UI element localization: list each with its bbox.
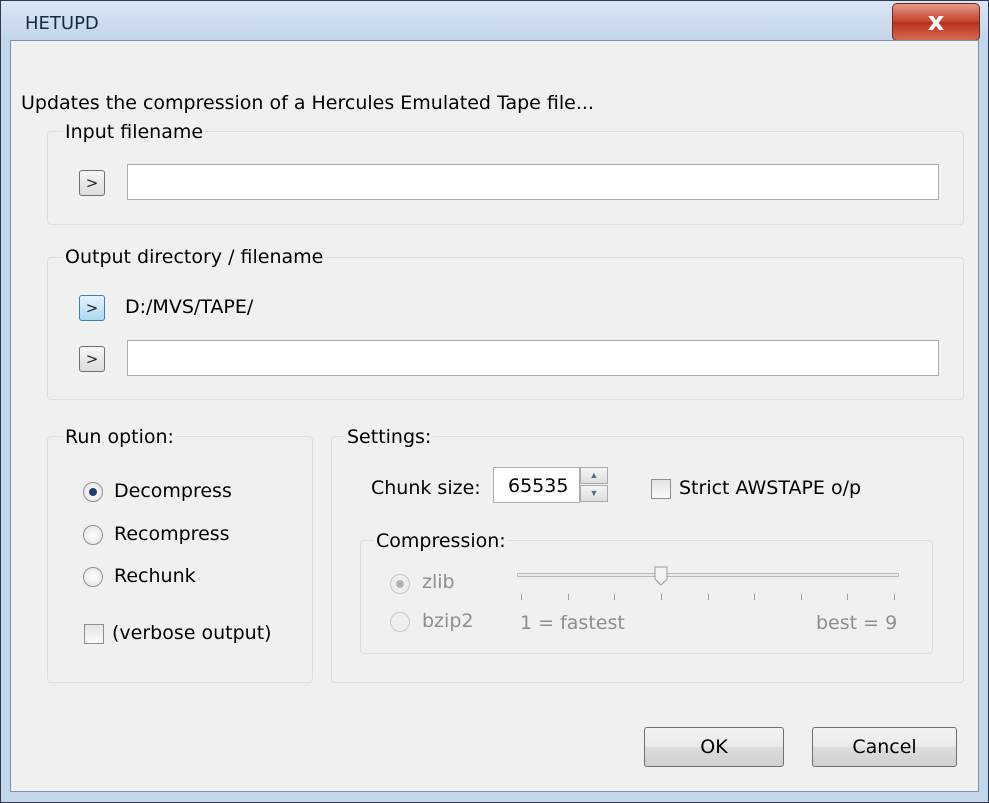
title-bar[interactable]: HETUPD x	[1, 1, 988, 41]
slider-thumb[interactable]	[654, 566, 668, 586]
input-filename-field[interactable]	[127, 164, 939, 200]
recompress-radio[interactable]	[83, 525, 103, 545]
slider-tick	[800, 594, 802, 600]
strict-awstape-checkbox[interactable]	[651, 479, 671, 499]
zlib-label[interactable]: zlib	[422, 571, 455, 593]
slider-min-label: 1 = fastest	[520, 612, 625, 634]
slider-tick	[847, 594, 849, 600]
output-filename-field[interactable]	[127, 340, 939, 376]
slider-tick	[707, 594, 709, 600]
input-filename-label: Input filename	[63, 121, 206, 143]
window-title: HETUPD	[25, 13, 99, 34]
slider-tick	[614, 594, 616, 600]
slider-tick	[567, 594, 569, 600]
verbose-label[interactable]: (verbose output)	[112, 622, 272, 644]
compression-label: Compression:	[374, 530, 508, 552]
compression-level-slider[interactable]	[517, 573, 899, 577]
chunk-size-label: Chunk size:	[371, 477, 481, 499]
zlib-radio[interactable]	[390, 574, 410, 594]
spin-down-icon[interactable]: ▼	[580, 485, 608, 502]
decompress-label[interactable]: Decompress	[114, 480, 232, 502]
ok-button[interactable]: OK	[644, 727, 784, 767]
close-icon: x	[927, 7, 945, 37]
rechunk-radio[interactable]	[83, 567, 103, 587]
chunk-size-field[interactable]: 65535	[493, 467, 580, 503]
description-text: Updates the compression of a Hercules Em…	[21, 92, 594, 114]
settings-label: Settings:	[345, 426, 434, 448]
chunk-size-value: 65535	[508, 475, 569, 497]
bzip2-label[interactable]: bzip2	[422, 610, 473, 632]
verbose-checkbox[interactable]	[84, 624, 104, 644]
spin-up-icon[interactable]: ▲	[580, 467, 608, 484]
output-directory-text: D:/MVS/TAPE/	[125, 296, 254, 318]
input-browse-button[interactable]: >	[79, 170, 105, 196]
slider-tick	[521, 594, 522, 600]
bzip2-radio[interactable]	[390, 612, 410, 632]
run-option-label: Run option:	[63, 426, 176, 448]
slider-tick	[894, 594, 895, 600]
slider-tick	[660, 594, 662, 600]
cancel-button[interactable]: Cancel	[812, 727, 957, 767]
output-group-label: Output directory / filename	[63, 246, 326, 268]
slider-max-label: best = 9	[816, 612, 898, 634]
output-dir-browse-button[interactable]: >	[79, 295, 105, 321]
close-button[interactable]: x	[892, 3, 980, 41]
slider-tick	[754, 594, 756, 600]
output-file-browse-button[interactable]: >	[79, 346, 105, 372]
rechunk-label[interactable]: Rechunk	[114, 565, 196, 587]
recompress-label[interactable]: Recompress	[114, 523, 230, 545]
chunk-size-spinner[interactable]: ▲ ▼	[580, 467, 608, 503]
strict-awstape-label[interactable]: Strict AWSTAPE o/p	[679, 477, 861, 499]
output-group	[47, 257, 964, 400]
run-option-group	[47, 436, 313, 683]
decompress-radio[interactable]	[83, 482, 103, 502]
